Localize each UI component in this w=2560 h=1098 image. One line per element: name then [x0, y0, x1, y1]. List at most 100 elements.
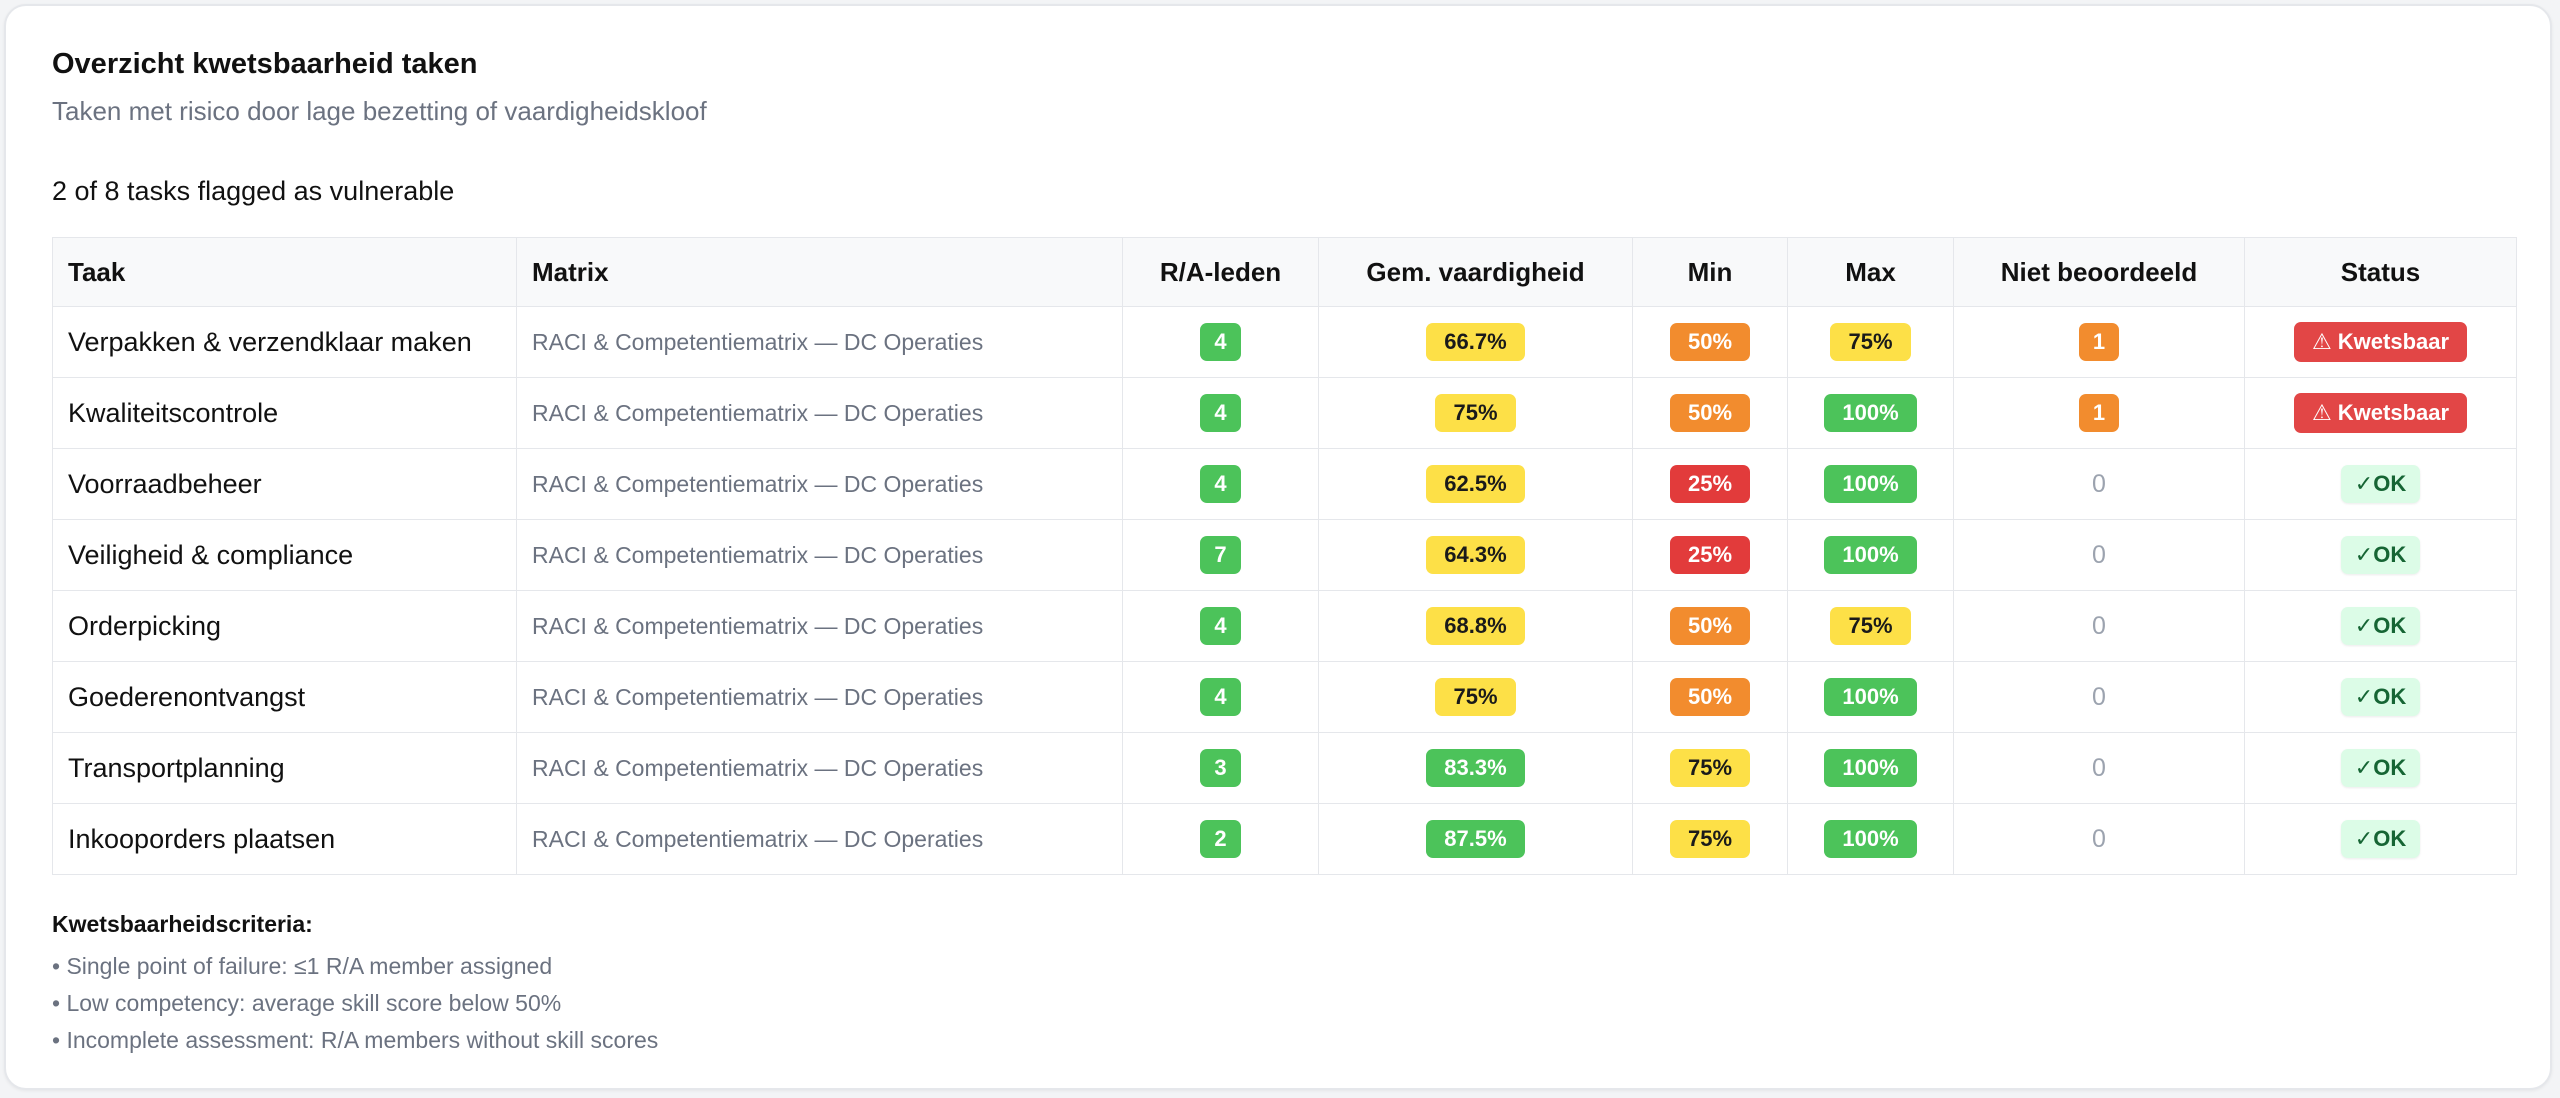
table-row[interactable]: Goederenontvangst RACI & Competentiematri…	[52, 661, 2517, 733]
min-skill-cell: 50%	[1632, 590, 1788, 662]
criteria-item-low-competency: • Low competency: average skill score be…	[52, 990, 562, 1016]
column-header-task[interactable]: Taak	[52, 237, 517, 307]
column-header-ra-members[interactable]: R/A-leden	[1122, 237, 1319, 307]
task-name-cell: Voorraadbeheer	[52, 448, 517, 520]
column-header-unassessed[interactable]: Niet beoordeeld	[1953, 237, 2245, 307]
ra-members-badge: 4	[1200, 394, 1241, 432]
ra-members-badge: 2	[1200, 820, 1241, 858]
matrix-cell: RACI & Competentiematrix — DC Operaties	[516, 377, 1123, 449]
status-cell: ⚠ Kwetsbaar	[2244, 306, 2517, 378]
min-skill-badge: 50%	[1669, 323, 1751, 361]
column-header-max[interactable]: Max	[1787, 237, 1954, 307]
status-cell: ✓OK	[2244, 732, 2517, 804]
max-skill-cell: 100%	[1787, 803, 1954, 875]
matrix-cell: RACI & Competentiematrix — DC Operaties	[516, 519, 1123, 591]
min-skill-cell: 50%	[1632, 306, 1788, 378]
table-body: Verpakken & verzendklaar maken RACI & Com…	[52, 306, 2517, 875]
table-row[interactable]: Veiligheid & compliance RACI & Competenti…	[52, 519, 2517, 591]
criteria-title: Kwetsbaarheidscriteria:	[52, 911, 313, 937]
min-skill-badge: 75%	[1669, 820, 1751, 858]
max-skill-cell: 100%	[1787, 519, 1954, 591]
min-skill-cell: 50%	[1632, 377, 1788, 449]
table-row[interactable]: Verpakken & verzendklaar maken RACI & Com…	[52, 306, 2517, 378]
ra-members-cell: 4	[1122, 306, 1319, 378]
task-name-cell: Verpakken & verzendklaar maken	[52, 306, 517, 378]
avg-skill-cell: 62.5%	[1318, 448, 1633, 520]
avg-skill-cell: 66.7%	[1318, 306, 1633, 378]
min-skill-badge: 50%	[1669, 607, 1751, 645]
avg-skill-badge: 75%	[1435, 678, 1516, 716]
status-badge-ok: ✓OK	[2340, 678, 2421, 716]
ra-members-cell: 2	[1122, 803, 1319, 875]
vulnerability-criteria: Kwetsbaarheidscriteria: • Single point o…	[52, 911, 658, 1059]
avg-skill-cell: 68.8%	[1318, 590, 1633, 662]
max-skill-cell: 100%	[1787, 732, 1954, 804]
table-row[interactable]: Transportplanning RACI & Competentiematri…	[52, 732, 2517, 804]
unassessed-badge: 1	[2078, 323, 2120, 361]
unassessed-count: 0	[2092, 824, 2106, 853]
table-header-row: Taak Matrix R/A-leden Gem. vaardigheid M…	[52, 237, 2517, 307]
ra-members-badge: 7	[1200, 536, 1241, 574]
task-vulnerability-table: Taak Matrix R/A-leden Gem. vaardigheid M…	[52, 237, 2517, 875]
max-skill-badge: 100%	[1824, 465, 1917, 503]
table-row[interactable]: Voorraadbeheer RACI & Competentiematrix —…	[52, 448, 2517, 520]
status-cell: ✓OK	[2244, 803, 2517, 875]
avg-skill-badge: 62.5%	[1426, 465, 1525, 503]
task-name-cell: Orderpicking	[52, 590, 517, 662]
table-row[interactable]: Inkooporders plaatsen RACI & Competentiem…	[52, 803, 2517, 875]
unassessed-count: 0	[2092, 682, 2106, 711]
min-skill-cell: 50%	[1632, 661, 1788, 733]
column-header-matrix[interactable]: Matrix	[516, 237, 1123, 307]
ra-members-cell: 4	[1122, 377, 1319, 449]
max-skill-cell: 100%	[1787, 448, 1954, 520]
unassessed-cell: 0	[1953, 661, 2245, 733]
status-badge-vulnerable: ⚠ Kwetsbaar	[2293, 393, 2468, 433]
max-skill-badge: 100%	[1824, 820, 1917, 858]
task-name-cell: Inkooporders plaatsen	[52, 803, 517, 875]
max-skill-cell: 75%	[1787, 590, 1954, 662]
min-skill-cell: 25%	[1632, 448, 1788, 520]
page-subtitle: Taken met risico door lage bezetting of …	[52, 96, 707, 126]
ra-members-badge: 4	[1200, 465, 1241, 503]
min-skill-cell: 75%	[1632, 732, 1788, 804]
status-cell: ✓OK	[2244, 448, 2517, 520]
avg-skill-badge: 83.3%	[1426, 749, 1525, 787]
flagged-summary: 2 of 8 tasks flagged as vulnerable	[52, 176, 455, 206]
status-badge-ok: ✓OK	[2340, 536, 2421, 574]
avg-skill-badge: 75%	[1435, 394, 1516, 432]
max-skill-cell: 75%	[1787, 306, 1954, 378]
ra-members-cell: 4	[1122, 590, 1319, 662]
avg-skill-badge: 64.3%	[1426, 536, 1525, 574]
min-skill-badge: 75%	[1669, 749, 1751, 787]
ra-members-cell: 4	[1122, 661, 1319, 733]
unassessed-count: 0	[2092, 540, 2106, 569]
status-badge-ok: ✓OK	[2340, 820, 2421, 858]
max-skill-cell: 100%	[1787, 377, 1954, 449]
status-badge-ok: ✓OK	[2340, 465, 2421, 503]
unassessed-badge: 1	[2078, 394, 2120, 432]
task-name-cell: Kwaliteitscontrole	[52, 377, 517, 449]
unassessed-cell: 1	[1953, 306, 2245, 378]
min-skill-cell: 75%	[1632, 803, 1788, 875]
status-badge-ok: ✓OK	[2340, 607, 2421, 645]
column-header-min[interactable]: Min	[1632, 237, 1788, 307]
criteria-item-incomplete: • Incomplete assessment: R/A members wit…	[52, 1027, 659, 1053]
column-header-avg-skill[interactable]: Gem. vaardigheid	[1318, 237, 1633, 307]
status-cell: ✓OK	[2244, 590, 2517, 662]
max-skill-badge: 75%	[1830, 607, 1911, 645]
avg-skill-badge: 68.8%	[1426, 607, 1525, 645]
table-row[interactable]: Kwaliteitscontrole RACI & Competentiematr…	[52, 377, 2517, 449]
matrix-cell: RACI & Competentiematrix — DC Operaties	[516, 803, 1123, 875]
avg-skill-cell: 87.5%	[1318, 803, 1633, 875]
ra-members-badge: 4	[1200, 607, 1241, 645]
min-skill-badge: 25%	[1669, 465, 1751, 503]
matrix-cell: RACI & Competentiematrix — DC Operaties	[516, 448, 1123, 520]
unassessed-count: 0	[2092, 753, 2106, 782]
avg-skill-cell: 83.3%	[1318, 732, 1633, 804]
ra-members-badge: 4	[1200, 678, 1241, 716]
table-row[interactable]: Orderpicking RACI & Competentiematrix — D…	[52, 590, 2517, 662]
column-header-status[interactable]: Status	[2244, 237, 2517, 307]
status-cell: ⚠ Kwetsbaar	[2244, 377, 2517, 449]
matrix-cell: RACI & Competentiematrix — DC Operaties	[516, 661, 1123, 733]
min-skill-badge: 25%	[1669, 536, 1751, 574]
